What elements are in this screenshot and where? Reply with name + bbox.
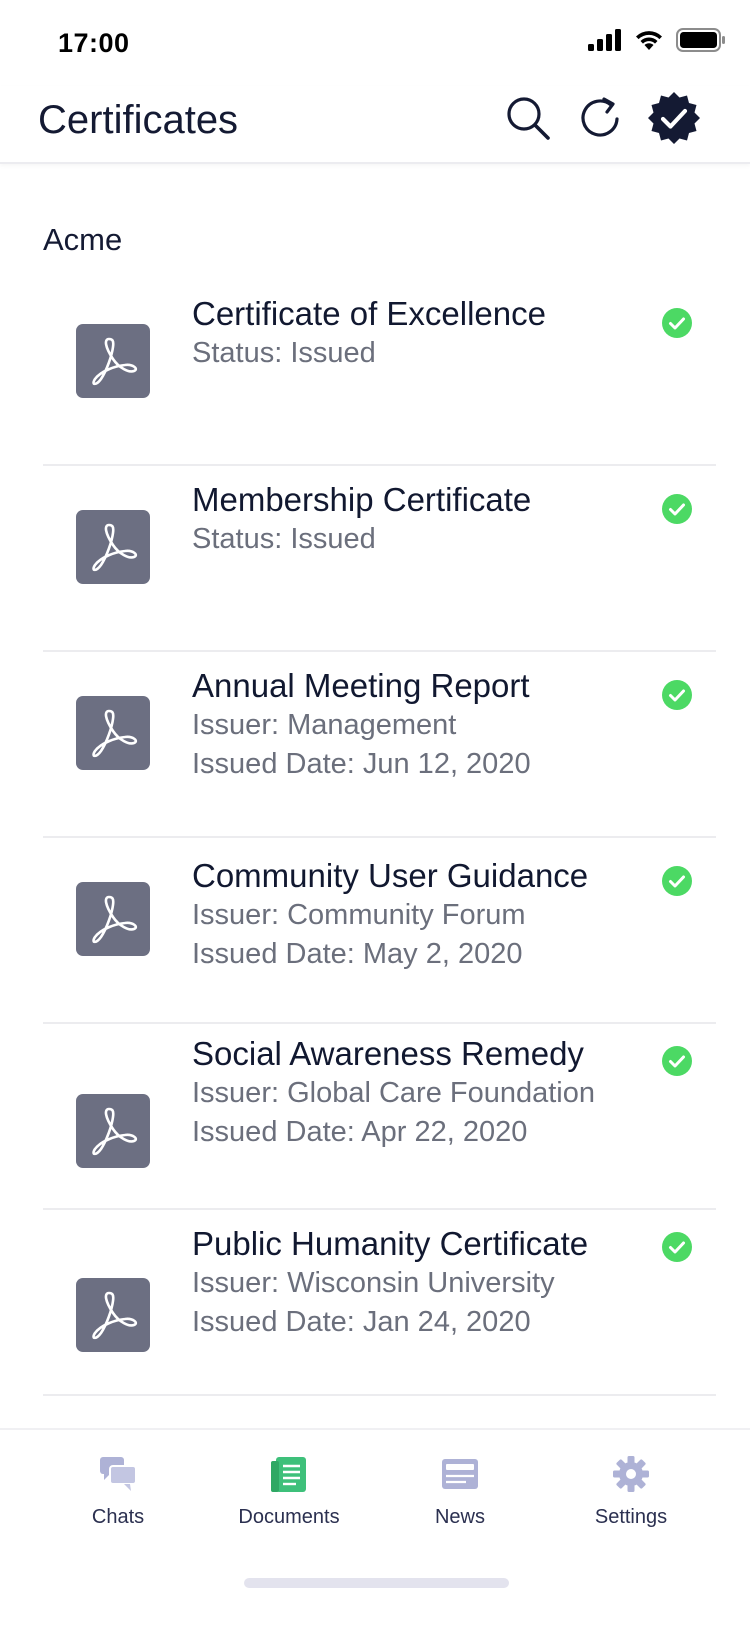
list-item-text: Annual Meeting Report Issuer: Management…	[192, 666, 640, 784]
check-circle-icon	[662, 1232, 692, 1262]
status-bar: 17:00	[0, 0, 750, 86]
pdf-icon	[76, 510, 150, 584]
document-issuer: Issuer: Management	[192, 709, 457, 741]
check-circle-icon	[662, 1046, 692, 1076]
pdf-icon	[76, 1278, 150, 1352]
navigation-bar: Certificates	[0, 86, 750, 164]
list-item[interactable]: Community User Guidance Issuer: Communit…	[0, 838, 750, 1024]
list-item[interactable]: Social Awareness Remedy Issuer: Global C…	[0, 1024, 750, 1210]
document-title: Annual Meeting Report	[192, 667, 530, 704]
list-item[interactable]: Certificate of Excellence Status: Issued	[0, 280, 750, 466]
document-issued-date: Issued Date: Jan 24, 2020	[192, 1306, 531, 1338]
tab-chats[interactable]: Chats	[48, 1454, 188, 1529]
check-circle-icon	[662, 308, 692, 338]
tab-label: Documents	[238, 1506, 340, 1528]
tab-news[interactable]: News	[390, 1454, 530, 1529]
pdf-icon	[76, 696, 150, 770]
verified-button[interactable]	[648, 92, 700, 144]
tab-label: Settings	[594, 1506, 668, 1528]
document-issued-date: Issued Date: Apr 22, 2020	[192, 1116, 528, 1148]
list-item[interactable]: Public Humanity Certificate Issuer: Wisc…	[0, 1210, 750, 1396]
tab-bar: Chats Documents News Settings	[0, 1428, 750, 1626]
news-icon	[442, 1459, 478, 1489]
document-title: Public Humanity Certificate	[192, 1225, 589, 1262]
document-title: Social Awareness Remedy	[192, 1035, 584, 1072]
list-item[interactable]: Membership Certificate Status: Issued	[0, 466, 750, 652]
chat-bubbles-icon	[100, 1457, 137, 1491]
document-list: Certificate of Excellence Status: Issued…	[0, 280, 750, 1396]
battery-icon	[676, 28, 725, 52]
verified-badge-icon	[648, 92, 700, 144]
status-icons	[588, 28, 726, 52]
documents-icon	[271, 1457, 306, 1492]
status-time: 17:00	[58, 28, 130, 58]
list-item-text: Membership Certificate Status: Issued	[192, 480, 640, 559]
document-issuer: Issuer: Community Forum	[192, 899, 526, 931]
search-button[interactable]	[502, 92, 554, 144]
document-issued-date: Issued Date: Jun 12, 2020	[192, 748, 531, 780]
document-issuer: Issuer: Wisconsin University	[192, 1267, 555, 1299]
pdf-icon	[76, 324, 150, 398]
list-item-text: Certificate of Excellence Status: Issued	[192, 294, 640, 373]
home-indicator[interactable]	[244, 1578, 509, 1588]
document-detail: Status: Issued	[192, 337, 376, 369]
wifi-icon	[636, 31, 662, 50]
refresh-icon	[581, 97, 619, 137]
page-title: Certificates	[38, 98, 239, 142]
list-item[interactable]: Annual Meeting Report Issuer: Management…	[0, 652, 750, 838]
check-circle-icon	[662, 494, 692, 524]
cellular-signal-icon	[588, 29, 621, 51]
search-icon	[507, 97, 550, 140]
document-title: Membership Certificate	[192, 481, 532, 518]
document-detail: Status: Issued	[192, 523, 376, 555]
list-item-text: Social Awareness Remedy Issuer: Global C…	[192, 1034, 640, 1152]
pdf-icon	[76, 882, 150, 956]
list-item-text: Public Humanity Certificate Issuer: Wisc…	[192, 1224, 640, 1342]
tab-label: News	[434, 1506, 485, 1528]
document-issued-date: Issued Date: May 2, 2020	[192, 938, 523, 970]
document-issuer: Issuer: Global Care Foundation	[192, 1077, 595, 1109]
document-title: Certificate of Excellence	[192, 295, 546, 332]
tab-label: Chats	[91, 1506, 145, 1528]
pdf-icon	[76, 1094, 150, 1168]
divider	[43, 1394, 716, 1396]
check-circle-icon	[662, 680, 692, 710]
check-circle-icon	[662, 866, 692, 896]
section-title: Acme	[43, 222, 123, 257]
list-item-text: Community User Guidance Issuer: Communit…	[192, 856, 640, 974]
refresh-button[interactable]	[574, 92, 626, 144]
tab-settings[interactable]: Settings	[561, 1454, 701, 1529]
document-title: Community User Guidance	[192, 857, 589, 894]
gear-icon	[613, 1456, 649, 1492]
tab-documents[interactable]: Documents	[219, 1454, 359, 1529]
